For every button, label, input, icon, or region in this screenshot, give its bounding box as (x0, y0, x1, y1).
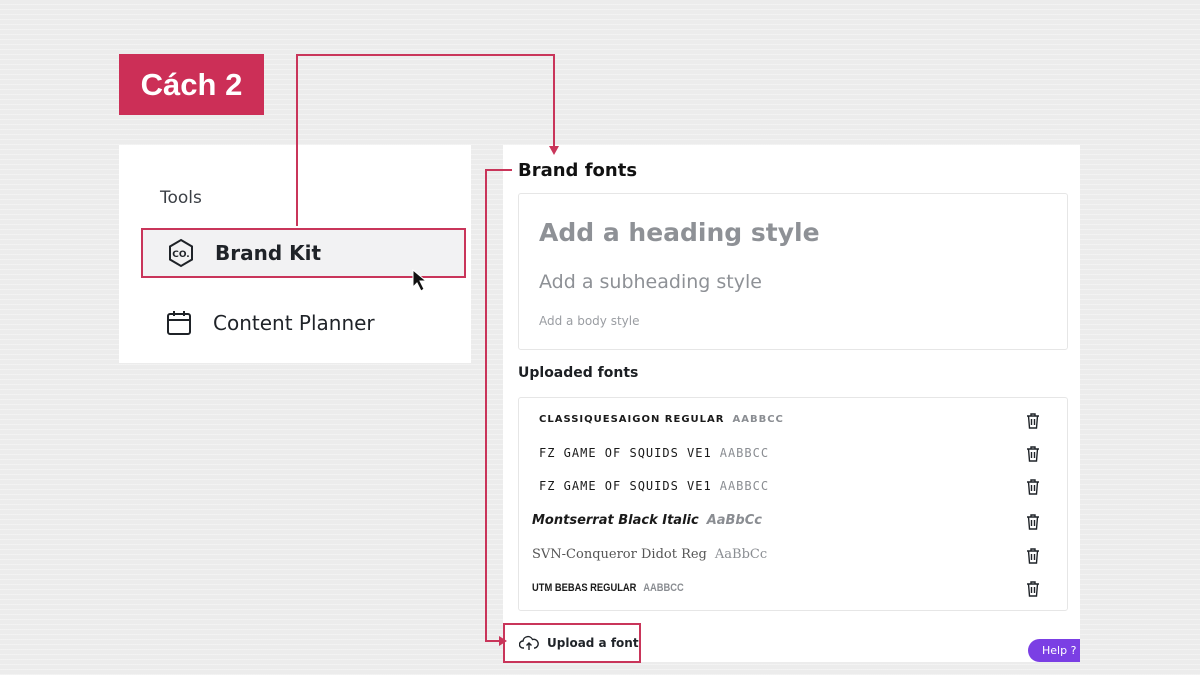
font-name: FZ GAME OF SQUIDS VE1 AABBCC (539, 479, 770, 493)
list-item: CLASSIQUESAIGON REGULAR AABBCC (519, 405, 1067, 435)
cloud-upload-icon (519, 635, 539, 650)
font-sample: AaBbCc (714, 547, 768, 562)
help-button[interactable]: Help ? (1028, 639, 1080, 662)
list-item: FZ GAME OF SQUIDS VE1 AABBCC (519, 471, 1067, 501)
sidebar-item-label: Brand Kit (215, 241, 322, 265)
list-item: FZ GAME OF SQUIDS VE1 AABBCC (519, 438, 1067, 468)
font-sample: AABBCC (732, 414, 784, 425)
upload-font-label: Upload a font (547, 636, 639, 650)
brand-kit-co-icon: CO. (165, 237, 197, 269)
font-sample: AABBCC (719, 479, 770, 493)
tools-panel: Tools CO. Brand Kit Content Planner (119, 145, 471, 363)
tools-heading: Tools (160, 188, 202, 208)
sidebar-item-label: Content Planner (213, 311, 375, 335)
trash-icon[interactable] (1025, 445, 1041, 463)
svg-text:CO.: CO. (172, 250, 189, 260)
font-sample: AABBCC (719, 446, 770, 460)
heading-style-button[interactable]: Add a heading style (539, 218, 820, 247)
uploaded-fonts-list: CLASSIQUESAIGON REGULAR AABBCC FZ GAME OF… (518, 397, 1068, 611)
list-item: Montserrat Black Italic AaBbCc (519, 506, 1067, 536)
font-name: Montserrat Black Italic AaBbCc (532, 513, 762, 528)
list-item: UTM BEBAS REGULAR AABBCC (519, 573, 1067, 603)
brand-fonts-title: Brand fonts (518, 160, 638, 181)
subheading-style-button[interactable]: Add a subheading style (539, 271, 762, 293)
text-styles-box: Add a heading style Add a subheading sty… (518, 193, 1068, 350)
brand-fonts-panel: Brand fonts Add a heading style Add a su… (503, 145, 1080, 663)
font-name: SVN-Conqueror Didot Reg AaBbCc (532, 547, 768, 562)
sidebar-item-content-planner[interactable]: Content Planner (141, 298, 466, 348)
uploaded-fonts-title: Uploaded fonts (518, 365, 639, 381)
trash-icon[interactable] (1025, 412, 1041, 430)
font-name: FZ GAME OF SQUIDS VE1 AABBCC (539, 446, 770, 460)
font-sample: AaBbCc (706, 513, 762, 528)
trash-icon[interactable] (1025, 478, 1041, 496)
font-name: CLASSIQUESAIGON REGULAR AABBCC (539, 414, 784, 425)
sidebar-item-brand-kit[interactable]: CO. Brand Kit (141, 228, 466, 278)
trash-icon[interactable] (1025, 513, 1041, 531)
step-badge-label: Cách 2 (140, 66, 243, 102)
upload-font-button[interactable]: Upload a font (503, 623, 641, 663)
font-name: UTM BEBAS REGULAR AABBCC (532, 582, 684, 594)
list-item: SVN-Conqueror Didot Reg AaBbCc (519, 540, 1067, 570)
body-style-button[interactable]: Add a body style (539, 314, 639, 328)
step-badge: Cách 2 (119, 54, 264, 115)
font-sample: AABBCC (643, 582, 684, 594)
trash-icon[interactable] (1025, 547, 1041, 565)
calendar-icon (163, 307, 195, 339)
trash-icon[interactable] (1025, 580, 1041, 598)
